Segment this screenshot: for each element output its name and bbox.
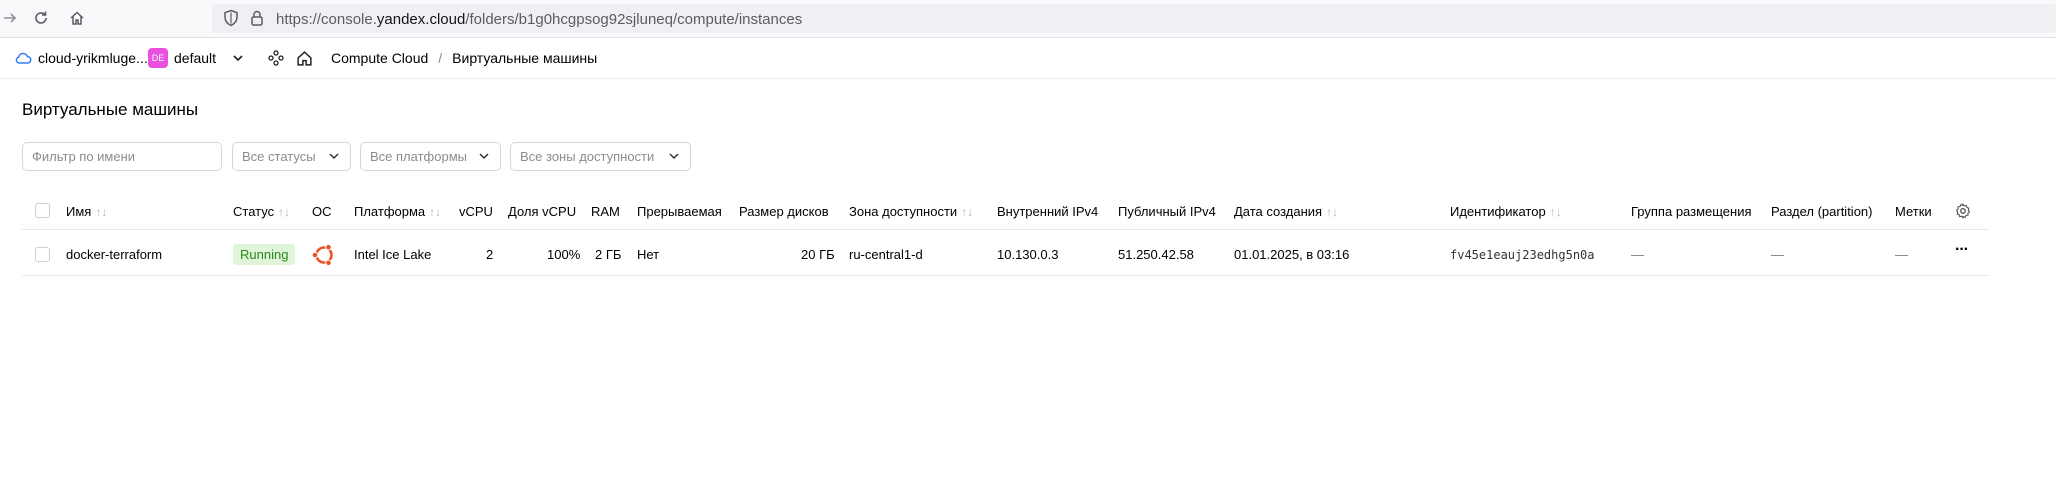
sort-icon[interactable]: ↑↓: [429, 205, 441, 219]
zone-filter-select[interactable]: Все зоны доступности: [510, 142, 691, 171]
cloud-icon: [15, 52, 32, 64]
vm-name-link[interactable]: docker-terraform: [66, 247, 162, 262]
home-icon[interactable]: [67, 8, 87, 28]
status-filter-select[interactable]: Все статусы: [232, 142, 351, 171]
column-header-public-ip: Публичный IPv4: [1118, 204, 1216, 219]
column-header-os: ОС: [312, 204, 332, 219]
labels-value: —: [1895, 247, 1908, 262]
tracking-protection-icon[interactable]: [222, 9, 240, 27]
breadcrumb-compute-cloud[interactable]: Compute Cloud: [331, 50, 428, 66]
internal-ip-value: 10.130.0.3: [997, 247, 1059, 262]
console-home-button[interactable]: [296, 38, 313, 78]
column-header-id[interactable]: Идентификатор ↑↓: [1450, 204, 1562, 219]
home-icon: [297, 50, 312, 66]
ram-value: 2 ГБ: [595, 247, 622, 262]
folder-badge: DE: [148, 48, 168, 68]
table-settings-button[interactable]: [1955, 202, 1971, 222]
cloud-selector[interactable]: cloud-yrikmluge...: [14, 38, 148, 78]
id-value: fv45e1eauj23edhg5n0a: [1450, 248, 1595, 262]
column-header-vcpu-share: Доля vCPU: [508, 204, 577, 219]
column-header-name[interactable]: Имя ↑↓: [66, 204, 107, 219]
breadcrumb-separator: /: [438, 50, 443, 66]
column-header-zone[interactable]: Зона доступности ↑↓: [849, 204, 973, 219]
platform-filter-select[interactable]: Все платформы: [360, 142, 501, 171]
select-all-checkbox[interactable]: [35, 203, 50, 218]
cloud-name: cloud-yrikmluge...: [38, 50, 148, 66]
browser-toolbar: https://console.yandex.cloud/folders/b1g…: [0, 0, 2056, 38]
chevron-down-icon[interactable]: [232, 52, 244, 64]
placement-group-value: —: [1631, 247, 1644, 262]
created-value: 01.01.2025, в 03:16: [1234, 247, 1350, 262]
table-row-divider: [22, 275, 1989, 276]
status-filter-value: Все статусы: [242, 149, 316, 164]
vcpu-value: 2: [486, 247, 494, 262]
column-header-partition: Раздел (partition): [1771, 204, 1873, 219]
partition-value: —: [1771, 247, 1784, 262]
reload-icon[interactable]: [31, 8, 51, 28]
vcpu-share-value: 100%: [547, 247, 581, 262]
chevron-down-icon: [329, 153, 339, 160]
column-header-labels: Метки: [1895, 204, 1932, 219]
preemptible-value: Нет: [637, 247, 660, 262]
gear-icon: [1955, 202, 1971, 220]
row-actions-button[interactable]: ···: [1955, 241, 1969, 259]
folder-selector[interactable]: DE default: [148, 38, 244, 78]
sort-icon[interactable]: ↑↓: [961, 205, 973, 219]
url-text[interactable]: https://console.yandex.cloud/folders/b1g…: [276, 11, 802, 28]
column-header-internal-ip: Внутренний IPv4: [997, 204, 1099, 219]
breadcrumb-current: Виртуальные машины: [452, 50, 598, 66]
sort-icon[interactable]: ↑↓: [1550, 205, 1562, 219]
row-checkbox[interactable]: [35, 247, 50, 262]
column-header-placement-group: Группа размещения: [1631, 204, 1752, 219]
sort-icon[interactable]: ↑↓: [278, 205, 290, 219]
column-header-vcpu: vCPU: [459, 204, 493, 219]
name-filter-placeholder: Фильтр по имени: [32, 149, 136, 164]
zone-value: ru-central1-d: [849, 247, 923, 262]
chevron-down-icon: [479, 153, 489, 160]
column-header-disk-size: Размер дисков: [739, 204, 829, 219]
sort-icon[interactable]: ↑↓: [1326, 205, 1338, 219]
ubuntu-icon: [311, 242, 337, 271]
services-icon: [268, 50, 284, 66]
breadcrumb: Compute Cloud / Виртуальные машины: [331, 38, 597, 78]
forward-icon[interactable]: [0, 8, 20, 28]
column-header-ram: RAM: [591, 204, 620, 219]
platform-value: Intel Ice Lake: [354, 247, 432, 262]
column-header-status[interactable]: Статус ↑↓: [233, 204, 290, 219]
column-header-platform[interactable]: Платформа ↑↓: [354, 204, 441, 219]
platform-filter-value: Все платформы: [370, 149, 467, 164]
address-bar[interactable]: https://console.yandex.cloud/folders/b1g…: [212, 4, 2056, 33]
disk-size-value: 20 ГБ: [801, 247, 835, 262]
page-title: Виртуальные машины: [22, 100, 199, 119]
chevron-down-icon: [669, 153, 679, 160]
console-header: cloud-yrikmluge... DE default Compute Cl…: [0, 38, 2056, 79]
public-ip-value: 51.250.42.58: [1118, 247, 1194, 262]
folder-name: default: [174, 50, 217, 66]
services-menu-button[interactable]: [268, 38, 284, 78]
sort-icon[interactable]: ↑↓: [95, 205, 107, 219]
lock-icon[interactable]: [248, 9, 266, 27]
column-header-created[interactable]: Дата создания ↑↓: [1234, 204, 1338, 219]
status-badge: Running: [233, 244, 296, 265]
column-header-preemptible: Прерываемая: [637, 204, 722, 219]
name-filter-input[interactable]: Фильтр по имени: [22, 142, 222, 171]
zone-filter-value: Все зоны доступности: [520, 149, 655, 164]
table-header-divider: [22, 229, 1989, 230]
